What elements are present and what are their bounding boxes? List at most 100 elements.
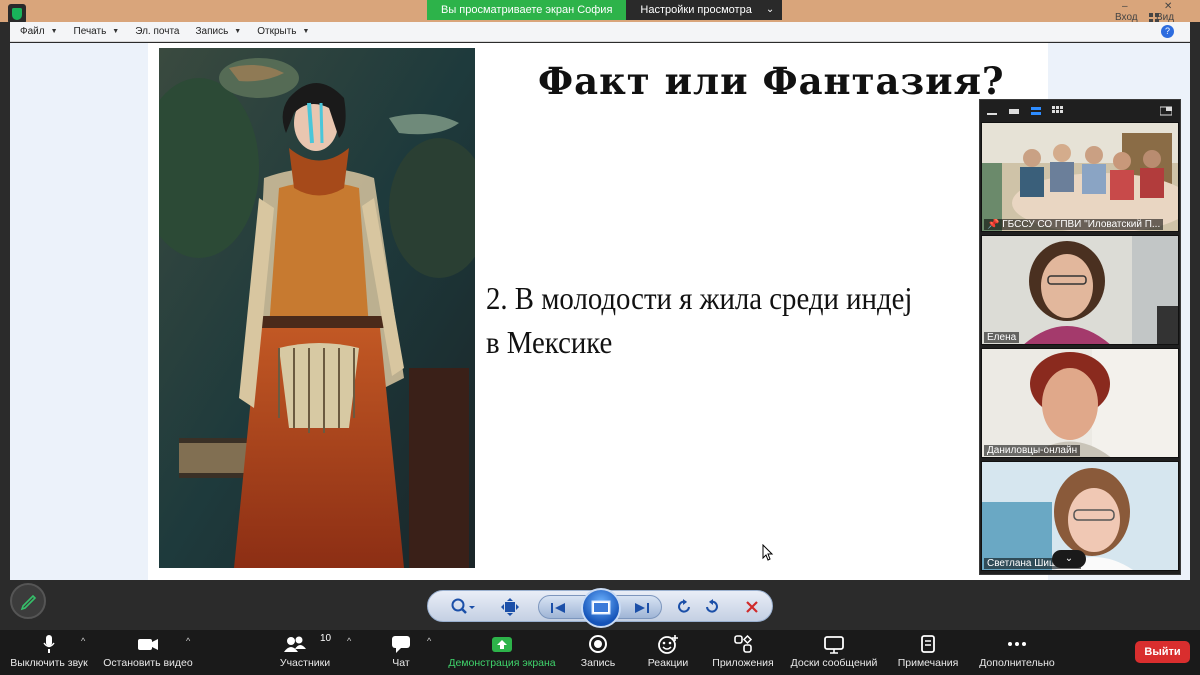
gallery-view-controls [980, 100, 1180, 122]
reactions-button[interactable]: Реакции [640, 630, 696, 675]
annotate-button[interactable] [10, 583, 46, 619]
slide-body-text: 2. В молодости я жила среди индеј в Мекс… [486, 276, 912, 364]
close-icon[interactable]: ✕ [1164, 1, 1172, 12]
audio-options-caret-icon[interactable]: ^ [81, 636, 85, 646]
view-options-button[interactable]: Настройки просмотра ⌄ [626, 0, 783, 20]
fit-screen-icon[interactable] [500, 597, 520, 617]
minimize-panel-icon[interactable] [986, 106, 998, 116]
gallery-view-icon[interactable] [1052, 106, 1064, 116]
video-tile[interactable]: Светлана Шишкина ⌄ [981, 461, 1179, 571]
slide-photo [159, 48, 475, 568]
slideshow-icon [591, 600, 611, 615]
mute-button[interactable]: Выключить звук [6, 630, 92, 675]
minimize-icon[interactable]: – [1122, 1, 1128, 12]
apps-icon [734, 634, 753, 653]
slide: Факт или Фантазия? 2. В молодости я жила… [148, 43, 1048, 580]
caret-down-icon: ▼ [50, 28, 58, 35]
chat-label: Чат [392, 657, 410, 669]
notes-button[interactable]: Примечания [893, 630, 963, 675]
slideshow-button[interactable] [581, 588, 621, 628]
view-options-label: Настройки просмотра [640, 4, 752, 16]
participants-label: Участники [279, 657, 331, 669]
participants-caret-icon[interactable]: ^ [347, 636, 351, 646]
menu-open[interactable]: Открыть ▼ [257, 26, 309, 37]
next-slide-icon[interactable] [633, 601, 649, 615]
menu-record[interactable]: Запись ▼ [195, 26, 241, 37]
tile-participant-name: Елена [984, 332, 1020, 343]
slide-text-line: 2. В молодости я жила среди индеј [486, 280, 913, 316]
zoom-icon[interactable] [450, 597, 476, 617]
popout-icon[interactable] [1160, 106, 1172, 116]
whiteboards-label: Доски сообщений [790, 657, 878, 669]
close-presentation-icon[interactable] [744, 597, 760, 617]
tile-participant-name: 📌 ГБССУ СО ГПВИ "Иловатский П... [984, 219, 1164, 230]
share-screen-label: Демонстрация экрана [448, 657, 556, 669]
rotate-left-icon[interactable] [675, 597, 693, 617]
video-camera-icon [138, 639, 158, 650]
reactions-icon [658, 635, 678, 654]
presentation-toolbar [427, 588, 773, 628]
video-tile[interactable]: Даниловцы-онлайн [981, 348, 1179, 458]
slide-title: Факт или Фантазия? [538, 59, 1005, 103]
reactions-label: Реакции [647, 657, 689, 669]
more-button[interactable]: Дополнительно [974, 630, 1060, 675]
meeting-controls-bar: Выключить звук ^ Остановить видео ^ Учас… [0, 630, 1200, 675]
chevron-down-icon: ⌄ [765, 4, 775, 15]
share-screen-icon [492, 637, 512, 652]
caret-down-icon: ▼ [112, 28, 120, 35]
whiteboards-button[interactable]: Доски сообщений [786, 630, 882, 675]
chevron-down-icon[interactable]: ⌄ [1052, 550, 1086, 568]
menu-open-label: Открыть [257, 26, 297, 37]
security-shield-icon[interactable] [8, 4, 26, 24]
pencil-icon [20, 594, 37, 611]
tile-participant-name: Даниловцы-онлайн [984, 445, 1081, 456]
notes-icon [921, 635, 935, 653]
more-label: Дополнительно [979, 657, 1055, 669]
viewing-banner: Вы просматриваете экран София Настройки … [427, 0, 783, 20]
more-dots-icon [1008, 642, 1026, 646]
pin-icon: 📌 [987, 219, 1000, 230]
record-label: Запись [580, 657, 616, 669]
menu-record-label: Запись [195, 26, 229, 37]
apps-label: Приложения [712, 657, 774, 669]
whiteboard-icon [824, 636, 844, 654]
viewing-screen-text: Вы просматриваете экран София [427, 0, 627, 20]
rotate-right-icon[interactable] [703, 597, 721, 617]
record-icon [589, 635, 607, 653]
video-tile[interactable]: Елена [981, 235, 1179, 345]
video-options-caret-icon[interactable]: ^ [186, 636, 190, 646]
leave-button[interactable]: Выйти [1135, 641, 1190, 663]
participants-count: 10 [320, 633, 332, 644]
chat-caret-icon[interactable]: ^ [427, 636, 431, 646]
menu-email-label: Эл. почта [135, 26, 180, 37]
share-screen-button[interactable]: Демонстрация экрана [446, 630, 558, 675]
menu-print[interactable]: Печать ▼ [74, 26, 120, 37]
chat-icon [392, 636, 410, 653]
menu-email[interactable]: Эл. почта [135, 26, 179, 37]
help-icon[interactable]: ? [1161, 25, 1174, 38]
mute-label: Выключить звук [10, 657, 88, 669]
caret-down-icon: ▼ [234, 28, 242, 35]
chat-button[interactable]: Чат [380, 630, 422, 675]
record-button[interactable]: Запись [573, 630, 623, 675]
menu-print-label: Печать [73, 26, 107, 37]
participants-icon [283, 636, 306, 652]
stop-video-button[interactable]: Остановить видео [100, 630, 196, 675]
previous-slide-icon[interactable] [551, 601, 567, 615]
stop-video-label: Остановить видео [103, 657, 193, 669]
presentation-menu-bar: Файл ▼ Печать ▼ Эл. почта Запись ▼ Открыть ▼… [10, 22, 1190, 42]
strip-view-icon[interactable] [1008, 106, 1020, 116]
zoom-window: Вы просматриваете экран София Настройки … [0, 0, 1200, 675]
caret-down-icon: ▼ [302, 28, 310, 35]
mouse-cursor-icon [762, 544, 774, 561]
video-gallery-panel: 📌 ГБССУ СО ГПВИ "Иловатский П... Елена Д… [979, 99, 1181, 575]
tile-name-text: ГБССУ СО ГПВИ "Иловатский П... [1002, 219, 1161, 230]
speaker-view-icon[interactable] [1030, 106, 1042, 116]
top-strip: Вы просматриваете экран София Настройки … [0, 0, 1200, 24]
video-tile[interactable]: 📌 ГБССУ СО ГПВИ "Иловатский П... [981, 122, 1179, 232]
notes-label: Примечания [897, 657, 959, 669]
microphone-icon [43, 635, 55, 653]
slide-text-line: в Мексике [486, 324, 613, 360]
apps-button[interactable]: Приложения [708, 630, 778, 675]
menu-file[interactable]: Файл ▼ [20, 26, 58, 37]
